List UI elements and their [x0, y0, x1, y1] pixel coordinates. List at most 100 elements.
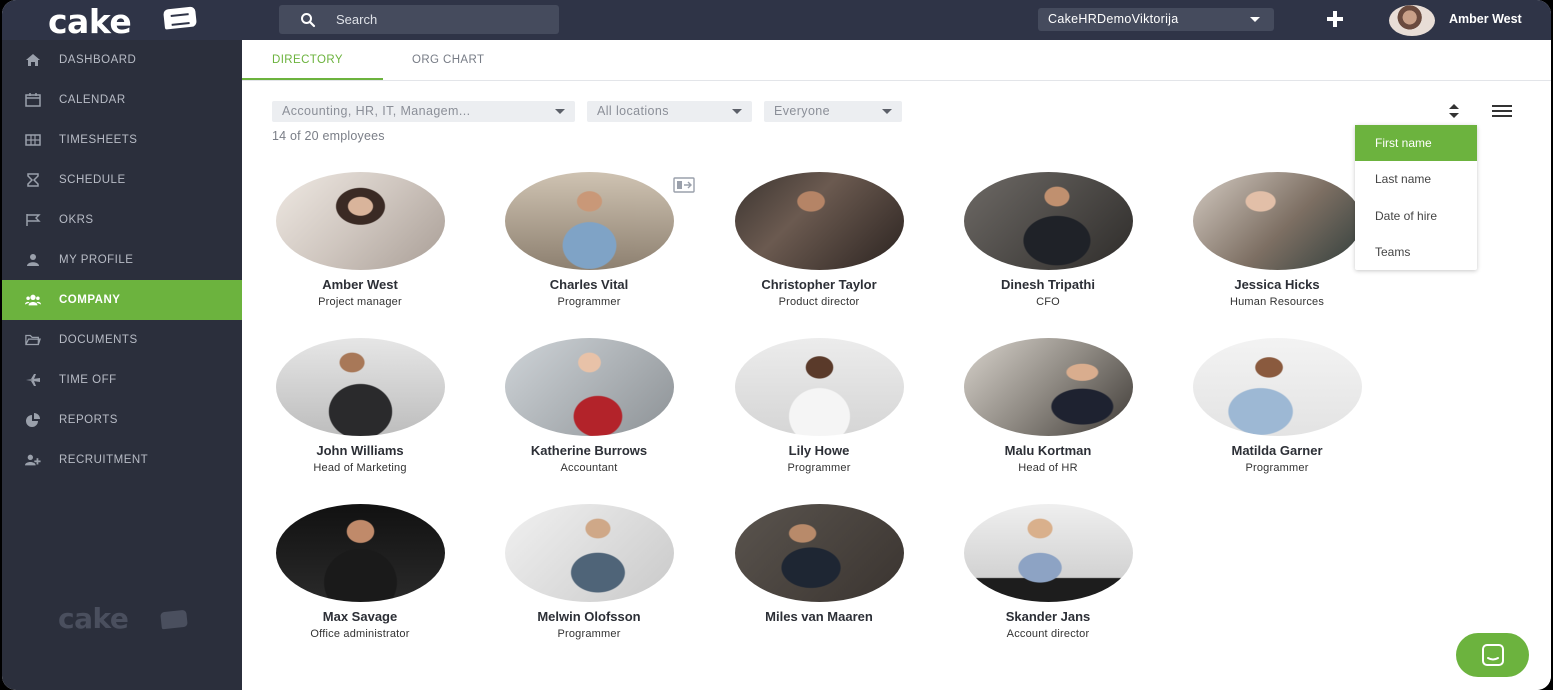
employee-card[interactable]: John Williams Head of Marketing: [260, 338, 460, 488]
sidebar-item-reports[interactable]: REPORTS: [2, 400, 242, 440]
employee-card[interactable]: Miles van Maaren: [719, 504, 919, 654]
employee-name: Lily Howe: [788, 443, 850, 458]
employee-title: Office administrator: [310, 628, 410, 640]
folder-icon: [25, 334, 41, 346]
employee-photo: [735, 172, 904, 270]
people-filter[interactable]: Everyone: [764, 101, 902, 122]
chat-button[interactable]: [1456, 633, 1529, 677]
employee-photo: [964, 172, 1133, 270]
employee-title: Head of HR: [1018, 462, 1078, 474]
employee-title: Programmer: [787, 462, 851, 474]
chevron-down-icon: [1250, 17, 1260, 22]
employee-card[interactable]: Amber West Project manager: [260, 172, 460, 322]
employee-title: Project manager: [318, 296, 402, 308]
sidebar-item-label: TIME OFF: [59, 374, 117, 386]
employee-photo: [276, 172, 445, 270]
employee-name: John Williams: [316, 443, 404, 458]
pie-chart-icon: [26, 413, 40, 427]
sort-dropdown: First name Last name Date of hire Teams: [1355, 125, 1477, 270]
employee-title: Account director: [1006, 628, 1090, 640]
user-plus-icon: [25, 454, 41, 466]
employee-card[interactable]: Christopher Taylor Product director: [719, 172, 919, 322]
employee-name: Skander Jans: [1005, 609, 1091, 624]
user-name[interactable]: Amber West: [1449, 12, 1522, 26]
sort-option-date-of-hire[interactable]: Date of hire: [1355, 198, 1477, 234]
department-filter[interactable]: Accounting, HR, IT, Managem...: [272, 101, 575, 122]
employee-name: Christopher Taylor: [761, 277, 877, 292]
sidebar-item-calendar[interactable]: CALENDAR: [2, 80, 242, 120]
calendar-icon: [25, 93, 41, 107]
employee-photo: [505, 504, 674, 602]
people-filter-value: Everyone: [774, 104, 831, 118]
tab-org-chart[interactable]: ORG CHART: [412, 54, 484, 66]
signout-icon[interactable]: [673, 177, 695, 193]
sort-option-teams[interactable]: Teams: [1355, 234, 1477, 270]
sidebar-item-label: OKRS: [59, 214, 94, 226]
employee-card[interactable]: Skander Jans Account director: [948, 504, 1148, 654]
sidebar-item-time-off[interactable]: TIME OFF: [2, 360, 242, 400]
employee-card[interactable]: Malu Kortman Head of HR: [948, 338, 1148, 488]
employee-card[interactable]: Jessica Hicks Human Resources: [1177, 172, 1377, 322]
employee-name: Amber West: [322, 277, 398, 292]
sidebar-item-timesheets[interactable]: TIMESHEETS: [2, 120, 242, 160]
department-filter-value: Accounting, HR, IT, Managem...: [282, 104, 471, 118]
employee-card[interactable]: Katherine Burrows Accountant: [489, 338, 689, 488]
company-select-value: CakeHRDemoViktorija: [1048, 12, 1179, 26]
users-icon: [25, 294, 41, 306]
footer-logo: cake: [58, 602, 129, 635]
search-placeholder: Search: [336, 12, 378, 27]
sidebar-item-dashboard[interactable]: DASHBOARD: [2, 40, 242, 80]
top-bar: cake Search CakeHRDemoViktorija Amber We…: [2, 0, 1551, 41]
employee-name: Katherine Burrows: [530, 443, 648, 458]
sidebar-item-company[interactable]: COMPANY: [2, 280, 242, 320]
employee-name: Miles van Maaren: [765, 609, 873, 624]
user-avatar[interactable]: [1389, 5, 1435, 36]
app-logo[interactable]: cake: [48, 2, 132, 41]
company-select[interactable]: CakeHRDemoViktorija: [1038, 8, 1274, 31]
employee-photo: [1193, 172, 1362, 270]
sidebar-item-schedule[interactable]: SCHEDULE: [2, 160, 242, 200]
location-filter[interactable]: All locations: [587, 101, 752, 122]
employee-photo: [505, 338, 674, 436]
employee-card[interactable]: Matilda Garner Programmer: [1177, 338, 1377, 488]
app-window: cake Search CakeHRDemoViktorija Amber We…: [2, 0, 1551, 690]
list-view-icon[interactable]: [1492, 103, 1512, 119]
employee-name: Matilda Garner: [1231, 443, 1323, 458]
employee-card[interactable]: Melwin Olofsson Programmer: [489, 504, 689, 654]
flag-icon: [26, 214, 41, 226]
employee-name: Melwin Olofsson: [537, 609, 641, 624]
sidebar-item-recruitment[interactable]: RECRUITMENT: [2, 440, 242, 480]
sidebar: DASHBOARD CALENDAR TIMESHEETS SCHEDULE O…: [2, 40, 242, 690]
employee-photo: [964, 338, 1133, 436]
sidebar-item-okrs[interactable]: OKRS: [2, 200, 242, 240]
employee-card[interactable]: Dinesh Tripathi CFO: [948, 172, 1148, 322]
employee-card[interactable]: Max Savage Office administrator: [260, 504, 460, 654]
logo-badge-icon: [163, 6, 197, 30]
sort-option-first-name[interactable]: First name: [1355, 125, 1477, 161]
add-button[interactable]: [1324, 8, 1346, 30]
tab-bar: DIRECTORY ORG CHART: [242, 40, 1551, 81]
sidebar-item-label: MY PROFILE: [59, 254, 134, 266]
employee-name: Jessica Hicks: [1234, 277, 1320, 292]
employee-title: Programmer: [1245, 462, 1309, 474]
plane-icon: [26, 374, 40, 386]
search-icon: [301, 13, 316, 28]
employee-photo: [735, 504, 904, 602]
employee-card[interactable]: Lily Howe Programmer: [719, 338, 919, 488]
sidebar-item-label: DASHBOARD: [59, 54, 137, 66]
footer-logo-badge-icon: [160, 609, 188, 630]
sort-icon[interactable]: [1448, 104, 1460, 118]
sidebar-item-label: TIMESHEETS: [59, 134, 138, 146]
home-icon: [26, 54, 40, 66]
sidebar-item-documents[interactable]: DOCUMENTS: [2, 320, 242, 360]
tab-directory[interactable]: DIRECTORY: [272, 54, 343, 66]
employee-name: Malu Kortman: [1004, 443, 1092, 458]
search-input[interactable]: Search: [279, 5, 559, 34]
employee-title: Accountant: [560, 462, 618, 474]
main-content: DIRECTORY ORG CHART Accounting, HR, IT, …: [242, 40, 1551, 690]
employee-card[interactable]: Charles Vital Programmer: [489, 172, 689, 322]
sidebar-item-my-profile[interactable]: MY PROFILE: [2, 240, 242, 280]
employee-title: Head of Marketing: [313, 462, 407, 474]
sort-option-last-name[interactable]: Last name: [1355, 161, 1477, 197]
employee-count: 14 of 20 employees: [272, 129, 385, 143]
